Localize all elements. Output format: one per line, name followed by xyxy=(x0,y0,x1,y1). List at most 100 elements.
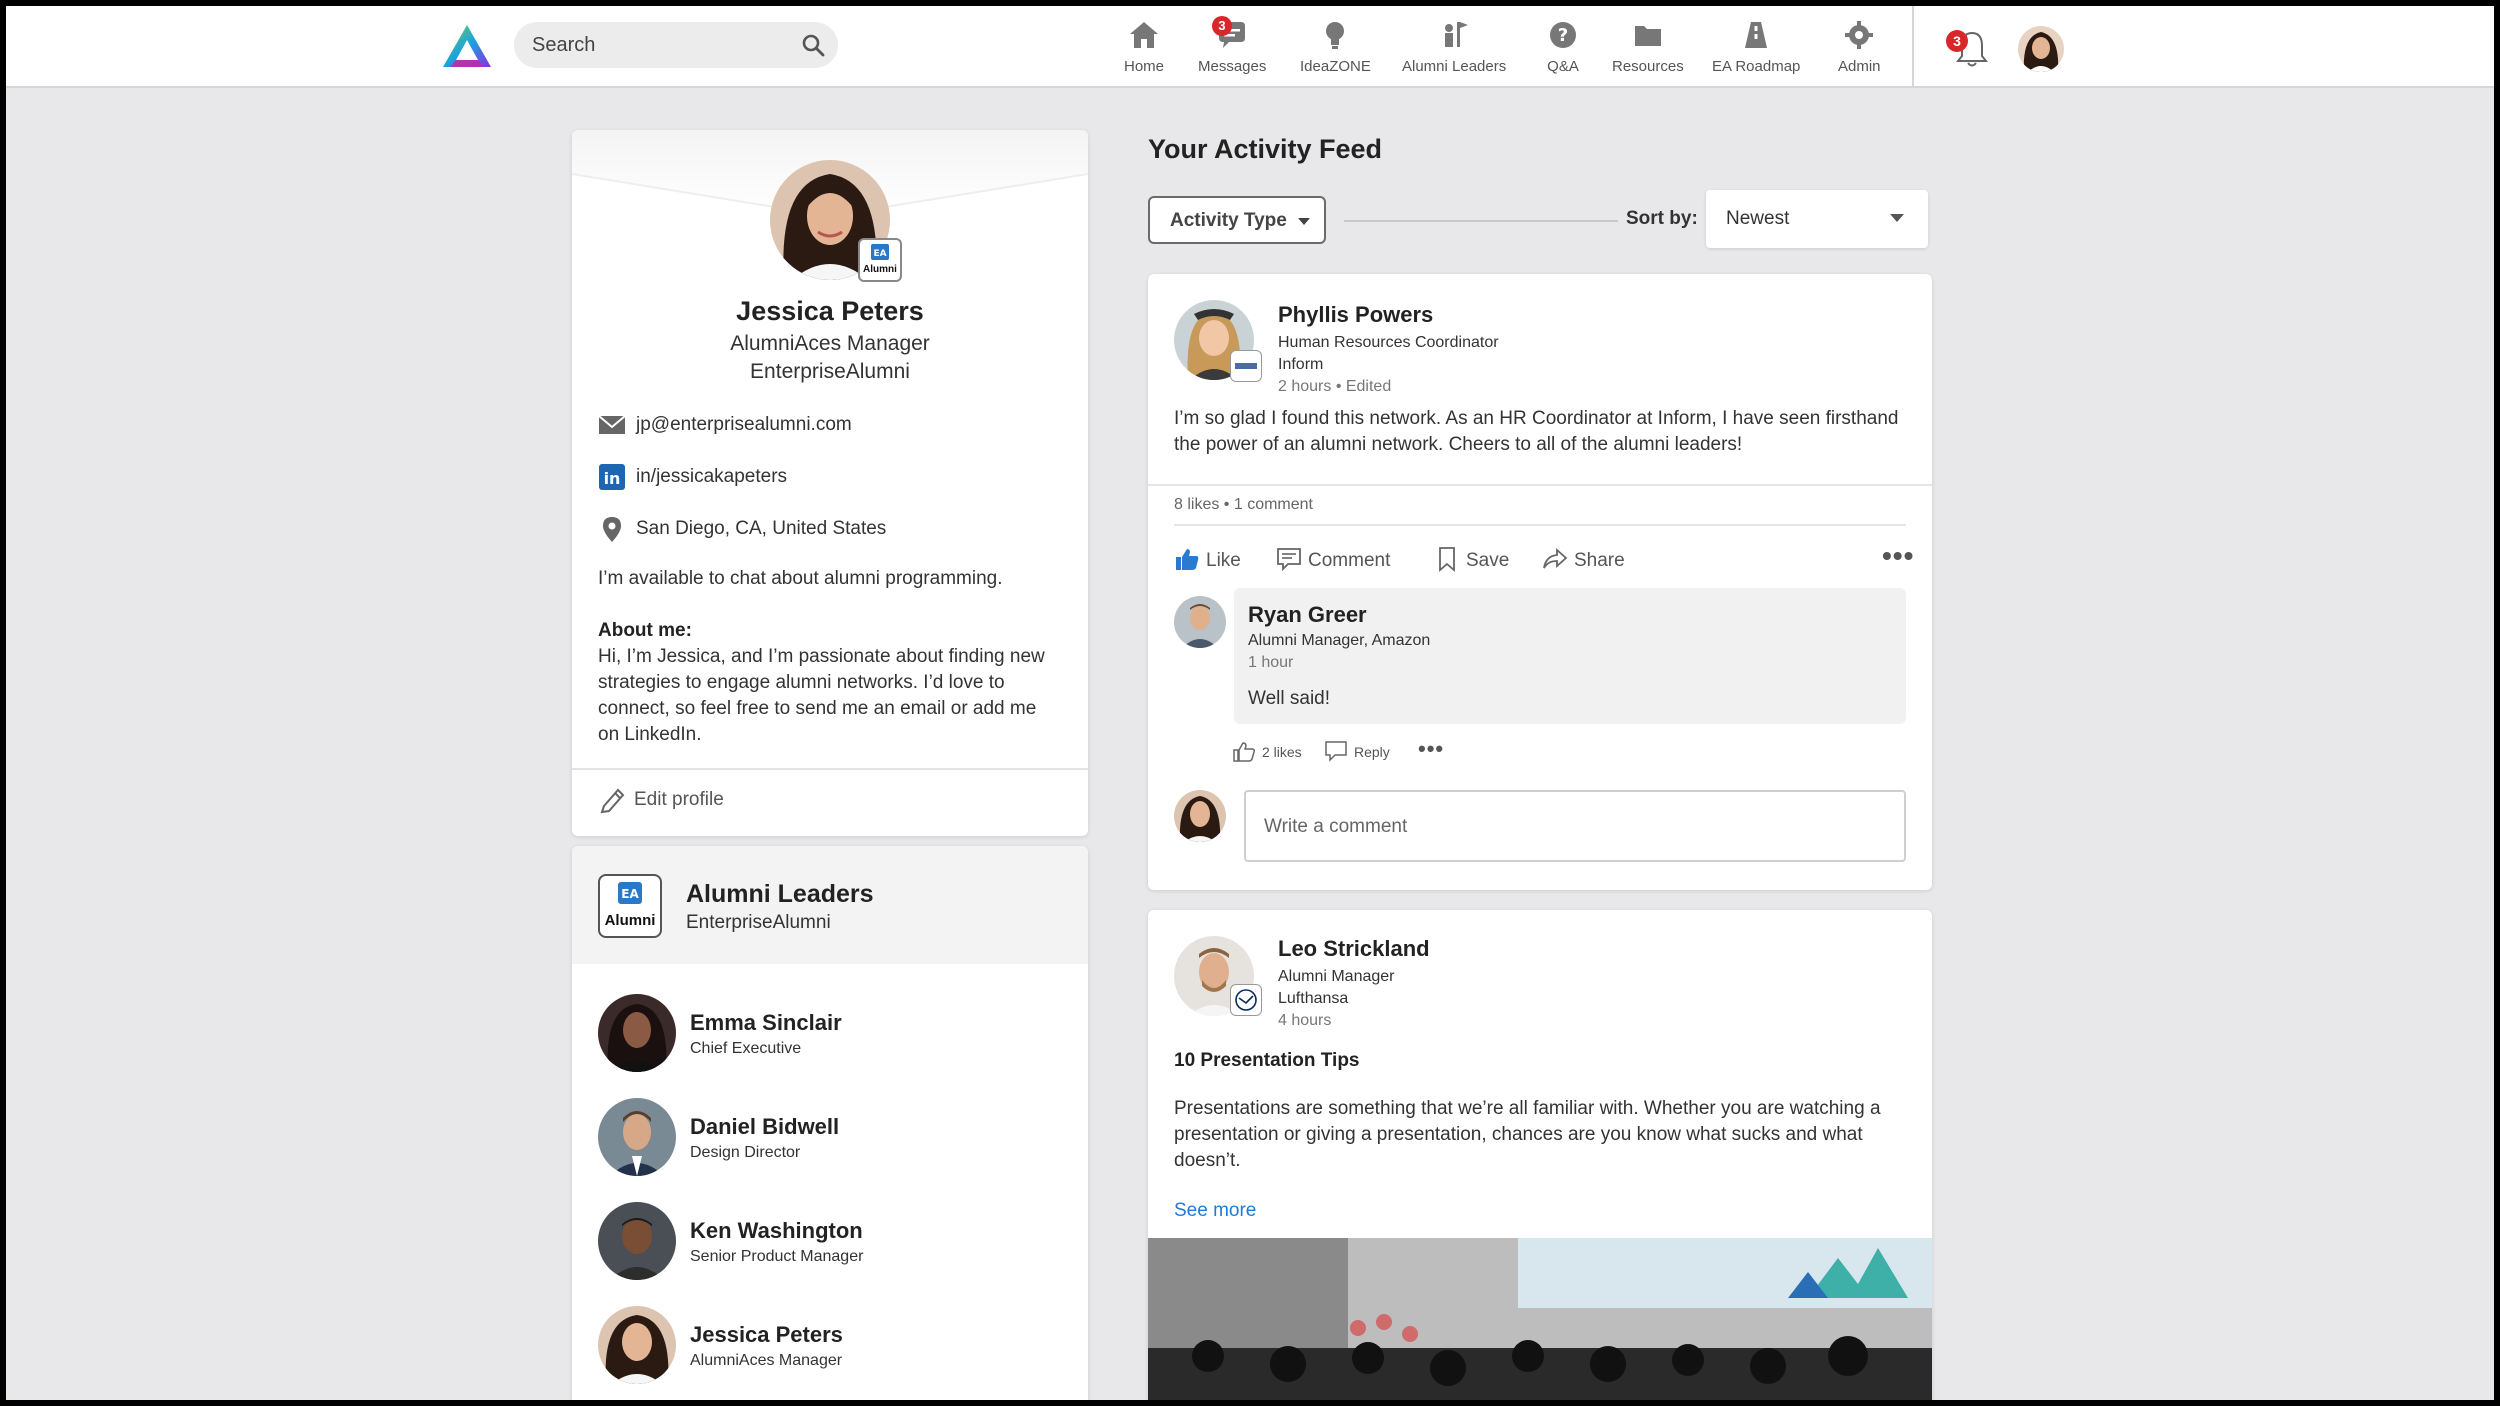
leader-item[interactable]: Jessica Peters AlumniAces Manager xyxy=(598,1306,1068,1386)
thumbs-up-icon xyxy=(1176,549,1199,570)
folder-icon xyxy=(1634,26,1661,46)
sort-by-label: Sort by: xyxy=(1626,208,1698,229)
post-meta: 4 hours xyxy=(1278,1012,1332,1029)
reply-label: Reply xyxy=(1354,744,1390,760)
leader-avatar xyxy=(598,994,676,1072)
nav-alumni-leaders[interactable]: Alumni Leaders xyxy=(1402,18,1506,75)
profile-linkedin[interactable]: in/jessicakapeters xyxy=(636,466,787,488)
post-author-company: Lufthansa xyxy=(1278,990,1349,1007)
nav-label: Resources xyxy=(1612,58,1684,75)
post-author-role: Human Resources Coordinator xyxy=(1278,334,1499,351)
user-avatar[interactable] xyxy=(2018,26,2064,72)
alumni-badge-text: Alumni xyxy=(863,264,897,275)
alumni-group-logo: EA Alumni xyxy=(598,874,662,938)
leader-name: Emma Sinclair xyxy=(690,1010,842,1035)
nav-ideazone[interactable]: IdeaZONE xyxy=(1300,18,1371,75)
bookmark-icon xyxy=(1439,547,1455,572)
nav-messages[interactable]: 3 Messages xyxy=(1198,16,1266,75)
leader-role: Senior Product Manager xyxy=(690,1248,864,1265)
divider xyxy=(572,768,1088,770)
leader-avatar xyxy=(598,1202,676,1280)
divider xyxy=(1148,484,1932,486)
profile-company: EnterpriseAlumni xyxy=(750,360,910,383)
leader-item[interactable]: Ken Washington Senior Product Manager xyxy=(598,1202,1068,1282)
search-bar[interactable] xyxy=(514,22,838,68)
profile-email[interactable]: jp@enterprisealumni.com xyxy=(636,414,852,436)
svg-text:EA: EA xyxy=(873,249,886,259)
leader-avatar xyxy=(598,1306,676,1384)
nav-label: Admin xyxy=(1838,58,1881,75)
post-author-name[interactable]: Leo Strickland xyxy=(1278,936,1430,962)
top-navigation-bar: Home 3 Messages IdeaZONE Alumni Leaders … xyxy=(6,6,2494,88)
svg-text:in: in xyxy=(604,469,621,488)
about-heading: About me: xyxy=(598,620,692,641)
gear-icon xyxy=(1845,21,1874,49)
roadmap-icon xyxy=(1745,22,1768,48)
leader-avatar xyxy=(598,1098,676,1176)
mail-icon xyxy=(598,415,626,434)
write-comment-box[interactable] xyxy=(1244,790,1906,862)
comment-label: Comment xyxy=(1308,550,1391,571)
lightbulb-icon xyxy=(1326,22,1345,49)
alumni-badge: EA Alumni xyxy=(858,238,902,282)
leader-name: Daniel Bidwell xyxy=(690,1114,840,1139)
chevron-down-icon xyxy=(1890,214,1904,222)
write-comment-input[interactable] xyxy=(1264,812,1864,842)
search-input[interactable] xyxy=(532,30,792,60)
alumni-leaders-header[interactable]: EA Alumni Alumni Leaders EnterpriseAlumn… xyxy=(572,846,1088,964)
nav-home[interactable]: Home xyxy=(1124,18,1164,75)
post-body: I’m so glad I found this network. As an … xyxy=(1174,408,1899,455)
nav-qa[interactable]: ? Q&A xyxy=(1546,18,1580,75)
post-author-role: Alumni Manager xyxy=(1278,968,1395,985)
leaders-icon xyxy=(1445,22,1469,47)
post-stats[interactable]: 8 likes • 1 comment xyxy=(1174,496,1313,514)
comment-author-avatar[interactable] xyxy=(1174,596,1226,648)
nav-ea-roadmap[interactable]: EA Roadmap xyxy=(1712,18,1800,75)
leader-role: AlumniAces Manager xyxy=(690,1352,843,1369)
alumni-leaders-title: Alumni Leaders xyxy=(686,880,874,908)
nav-label: IdeaZONE xyxy=(1300,58,1371,75)
leader-item[interactable]: Emma Sinclair Chief Executive xyxy=(598,994,1068,1074)
thumbs-up-icon xyxy=(1233,742,1256,762)
svg-text:?: ? xyxy=(1558,25,1568,46)
messages-badge: 3 xyxy=(1212,16,1232,36)
share-label: Share xyxy=(1574,550,1625,571)
share-icon xyxy=(1543,547,1568,569)
post-author-name[interactable]: Phyllis Powers xyxy=(1278,302,1433,328)
home-icon xyxy=(1130,22,1158,48)
current-user-avatar xyxy=(1174,790,1226,842)
search-icon[interactable] xyxy=(800,32,826,58)
more-options-icon[interactable]: ••• xyxy=(1418,736,1444,762)
comment: Ryan Greer Alumni Manager, Amazon 1 hour… xyxy=(1234,588,1906,724)
activity-type-dropdown[interactable]: Activity Type xyxy=(1148,196,1326,244)
nav-admin[interactable]: Admin xyxy=(1838,18,1881,75)
like-label: Like xyxy=(1206,550,1241,571)
post-body: Presentations are something that we’re a… xyxy=(1174,1098,1881,1171)
leader-role: Chief Executive xyxy=(690,1040,802,1057)
svg-text:EA: EA xyxy=(621,887,639,901)
app-window: Home 3 Messages IdeaZONE Alumni Leaders … xyxy=(6,6,2494,1400)
leader-item[interactable]: Daniel Bidwell Design Director xyxy=(598,1098,1068,1178)
nav-resources[interactable]: Resources xyxy=(1612,18,1684,75)
linkedin-icon: in xyxy=(599,464,625,490)
edit-profile-label: Edit profile xyxy=(634,789,724,810)
company-logo-badge xyxy=(1230,984,1262,1016)
comment-author-role: Alumni Manager, Amazon xyxy=(1248,632,1431,649)
profile-location: San Diego, CA, United States xyxy=(636,518,887,539)
see-more-link[interactable]: See more xyxy=(1174,1200,1256,1222)
post-image[interactable] xyxy=(1148,1238,1932,1400)
sort-select[interactable]: Newest xyxy=(1706,190,1928,248)
more-options-icon[interactable]: ••• xyxy=(1882,540,1914,572)
question-icon: ? xyxy=(1550,22,1576,48)
comment-likes: 2 likes xyxy=(1262,744,1302,760)
save-label: Save xyxy=(1466,550,1510,571)
divider xyxy=(1174,524,1906,526)
comment-author-name[interactable]: Ryan Greer xyxy=(1248,602,1367,628)
chevron-down-icon xyxy=(1298,218,1310,225)
alumni-leaders-subtitle: EnterpriseAlumni xyxy=(686,912,831,933)
enterprise-alumni-logo[interactable] xyxy=(440,22,494,72)
feed-post: Leo Strickland Alumni Manager Lufthansa … xyxy=(1148,910,1932,1400)
activity-feed-title: Your Activity Feed xyxy=(1148,134,1383,164)
profile-card: EA Alumni Jessica Peters AlumniAces Mana… xyxy=(572,130,1088,836)
profile-name: Jessica Peters xyxy=(736,296,924,326)
